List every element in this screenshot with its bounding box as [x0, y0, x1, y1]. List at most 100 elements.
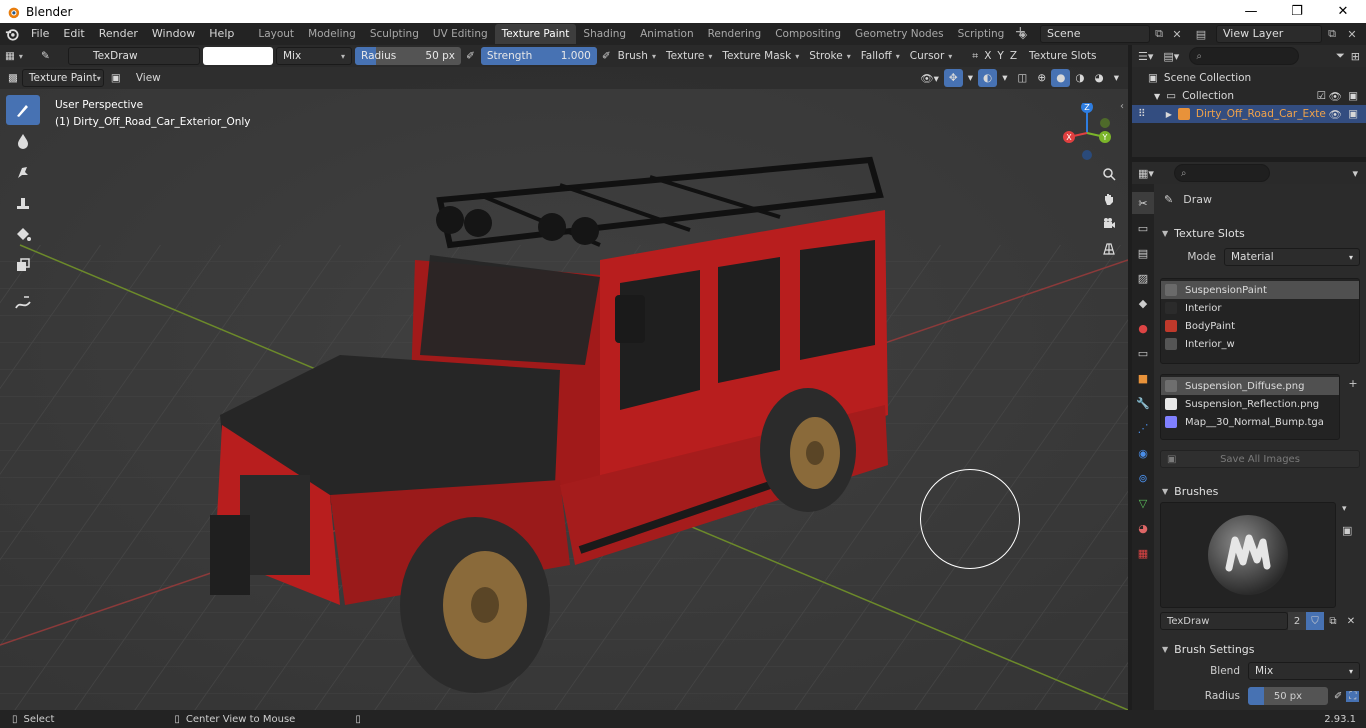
remove-scene-icon[interactable]: ✕ [1168, 25, 1186, 43]
list-item[interactable]: Suspension_Diffuse.png [1161, 377, 1339, 395]
new-view-layer-icon[interactable]: ⧉ [1323, 25, 1341, 43]
collection-visibility-icon[interactable]: 👁 [1329, 90, 1342, 103]
collection-checkbox-icon[interactable]: ☑ [1317, 90, 1326, 102]
list-item[interactable]: Map__30_Normal_Bump.tga [1161, 413, 1339, 431]
radius-pressure-icon[interactable]: ✐ [464, 47, 477, 65]
stroke-menu[interactable]: Stroke ▾ [804, 47, 855, 65]
outliner-object-row[interactable]: ⠿ ▶ Dirty_Off_Road_Car_Exte 👁 ▣ [1132, 105, 1366, 123]
tab-constraints-icon[interactable]: ⊚ [1132, 467, 1154, 489]
wireframe-shading-icon[interactable]: ⊕ [1032, 69, 1051, 87]
filter-icon[interactable]: ⏷ [1336, 49, 1345, 63]
brush-preview-dropdown-icon[interactable]: ▾ [1342, 504, 1352, 514]
new-scene-icon[interactable]: ⧉ [1150, 25, 1168, 43]
tab-modeling[interactable]: Modeling [301, 24, 363, 44]
brush-menu[interactable]: Brush ▾ [613, 47, 661, 65]
object-expand-arrow-icon[interactable]: ▶ [1166, 110, 1172, 119]
zoom-icon[interactable] [1098, 163, 1120, 185]
properties-editor-icon[interactable]: ▦▾ [1138, 167, 1154, 180]
tab-texture-icon[interactable]: ▦ [1132, 542, 1154, 564]
strength-slider[interactable]: Strength 1.000 [480, 47, 597, 65]
tab-compositing[interactable]: Compositing [768, 24, 848, 44]
props-options-icon[interactable]: ▾ [1352, 167, 1358, 180]
brush-tool-icon[interactable]: ✎ [36, 47, 66, 65]
tab-data-icon[interactable]: ▽ [1132, 492, 1154, 514]
menu-window[interactable]: Window [145, 23, 202, 45]
outliner-search-input[interactable]: ⌕ [1189, 47, 1300, 65]
save-all-images-button[interactable]: ▣ Save All Images [1160, 450, 1360, 468]
collection-render-icon[interactable]: ▣ [1348, 90, 1358, 102]
tab-render-icon[interactable]: ▭ [1132, 217, 1154, 239]
clone-tool-icon[interactable] [6, 188, 40, 218]
blend-dropdown-props[interactable]: Mix ▾ [1248, 662, 1360, 680]
radius-prop-slider[interactable]: 50 px [1248, 687, 1328, 705]
list-item[interactable]: BodyPaint [1161, 317, 1359, 335]
sidebar-toggle-icon[interactable]: ‹ [1120, 101, 1128, 117]
visibility-icon[interactable]: 👁▾ [915, 69, 944, 87]
blend-mode-dropdown[interactable]: Mix ▾ [276, 47, 352, 65]
solid-shading-icon[interactable]: ● [1051, 69, 1071, 87]
tab-scripting[interactable]: Scripting [951, 24, 1012, 44]
editor-type-icon[interactable]: ▦ ▾ [0, 47, 36, 65]
list-item[interactable]: Interior [1161, 299, 1359, 317]
maximize-button[interactable]: ❐ [1274, 0, 1320, 23]
texture-slots-panel-header[interactable]: ▼ Texture Slots [1154, 222, 1366, 244]
falloff-menu[interactable]: Falloff ▾ [856, 47, 905, 65]
shading-dropdown-icon[interactable]: ▾ [1109, 69, 1124, 87]
new-collection-icon[interactable]: ⊞ [1351, 50, 1360, 63]
menu-edit[interactable]: Edit [56, 23, 91, 45]
brush-preview[interactable] [1160, 502, 1336, 608]
tab-tool-icon[interactable]: ✂ [1132, 192, 1154, 214]
mode-dropdown-props[interactable]: Material ▾ [1224, 248, 1360, 266]
fake-user-shield-icon[interactable]: ⛉ [1306, 612, 1324, 630]
expand-arrow-icon[interactable]: ▼ [1154, 92, 1160, 101]
tab-object-icon[interactable]: ■ [1132, 367, 1154, 389]
material-shading-icon[interactable]: ◑ [1070, 69, 1089, 87]
tab-modifier-icon[interactable]: 🔧 [1132, 392, 1154, 414]
draw-tool-icon[interactable] [6, 95, 40, 125]
tab-view-layer-icon[interactable]: ▨ [1132, 267, 1154, 289]
list-item[interactable]: SuspensionPaint [1161, 281, 1359, 299]
pan-hand-icon[interactable] [1098, 188, 1120, 210]
mask-toggle-icon[interactable]: ▣ [107, 69, 125, 87]
brushes-panel-header[interactable]: ▼ Brushes [1154, 480, 1366, 502]
3d-viewport[interactable]: ▦ ▾ ✎ TexDraw Mix ▾ Radius 50 px ✐ Streng… [0, 45, 1128, 710]
blender-menu-icon[interactable] [0, 23, 24, 45]
xray-toggle-icon[interactable]: ◫ [1012, 69, 1032, 87]
brush-name-datablock[interactable]: TexDraw [1160, 612, 1288, 630]
object-visibility-icon[interactable]: 👁 [1329, 108, 1342, 121]
tab-geometry-nodes[interactable]: Geometry Nodes [848, 24, 951, 44]
texture-menu[interactable]: Texture ▾ [661, 47, 717, 65]
view-menu[interactable]: View [131, 69, 166, 87]
tab-physics-icon[interactable]: ◉ [1132, 442, 1154, 464]
display-mode-icon[interactable]: ▤▾ [1163, 50, 1179, 63]
outliner-collection[interactable]: ▼ ▭ Collection ☑ 👁 ▣ [1132, 87, 1366, 105]
axis-z-toggle[interactable]: Z [1007, 47, 1020, 65]
texture-slots-menu[interactable]: Texture Slots [1024, 47, 1101, 65]
smear-tool-icon[interactable] [6, 157, 40, 187]
overlay-dropdown-icon[interactable]: ▾ [997, 69, 1012, 87]
list-item[interactable]: Interior_w [1161, 335, 1359, 353]
tab-texture-paint[interactable]: Texture Paint [494, 24, 577, 44]
unlink-brush-icon[interactable]: ✕ [1342, 612, 1360, 630]
radius-unit-icon[interactable]: ⛶ [1346, 690, 1360, 702]
overlay-toggle-icon[interactable]: ◐ [978, 69, 998, 87]
tab-collection-icon[interactable]: ▭ [1132, 342, 1154, 364]
grid-perspective-icon[interactable] [1098, 238, 1120, 260]
axis-x-toggle[interactable]: X [981, 47, 994, 65]
brush-name-field[interactable]: TexDraw [68, 47, 200, 65]
object-render-icon[interactable]: ▣ [1348, 108, 1358, 120]
camera-icon[interactable] [1098, 213, 1120, 235]
mode-dropdown[interactable]: Texture Paint ▾ [21, 69, 104, 87]
add-image-button[interactable]: + [1344, 374, 1362, 392]
close-button[interactable]: ✕ [1320, 0, 1366, 23]
tab-layout[interactable]: Layout [251, 24, 301, 44]
fill-tool-icon[interactable] [6, 219, 40, 249]
tab-material-icon[interactable]: ◕ [1132, 517, 1154, 539]
cursor-menu[interactable]: Cursor ▾ [905, 47, 958, 65]
tab-world-icon[interactable]: ● [1132, 317, 1154, 339]
tab-rendering[interactable]: Rendering [701, 24, 769, 44]
brush-custom-icon[interactable]: ▣ [1342, 524, 1352, 537]
view-layer-icon[interactable]: ▤ [1192, 25, 1210, 43]
annotate-tool-icon[interactable] [6, 288, 40, 318]
brush-settings-panel-header[interactable]: ▼ Brush Settings [1154, 638, 1366, 660]
